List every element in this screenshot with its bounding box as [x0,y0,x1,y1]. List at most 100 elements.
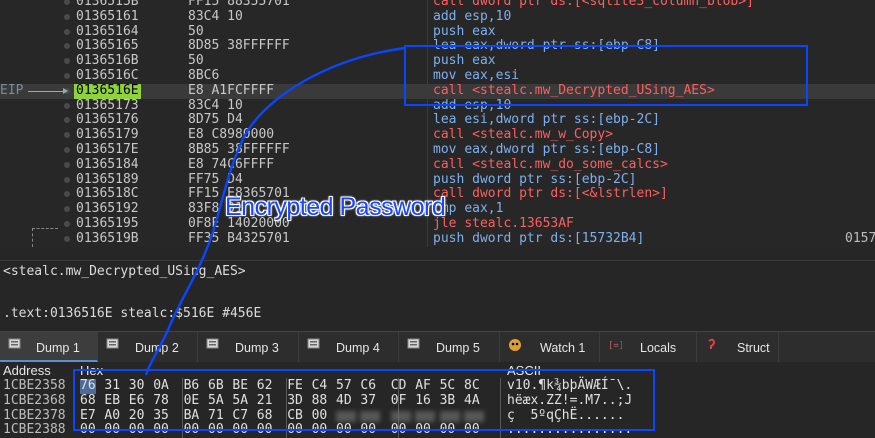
tab-label: Dump 5 [436,341,480,355]
dump-icon [8,338,22,350]
breakpoint-dot[interactable] [64,43,70,50]
eip-label: EIP [0,82,24,98]
breakpoint-dot[interactable] [64,206,70,213]
instruction-bytes: 83C4 10 [188,97,243,113]
instruction-address: 0136519B [76,230,139,246]
info-bar-address: .text:0136516E stealc:$516E #456E [0,303,875,327]
instruction-text: call <stealc.mw_do_some_calcs> [433,156,668,173]
instruction-text: call <stealc.mw_w_Copy> [433,127,613,143]
struct-icon [705,338,719,350]
dump-icon [206,338,220,350]
breakpoint-dot[interactable] [64,102,70,109]
instruction-address: 0136518C [76,186,139,202]
instruction-address: 0136516C [76,68,139,83]
tab-struct[interactable]: Struct [697,332,779,362]
dump-address: 1CBE2368 [3,392,66,408]
instruction-bytes: FF35 B4325701 [188,230,290,246]
instruction-address: 01365192 [76,201,139,217]
instruction-bytes: 50 [188,23,204,39]
instruction-text: mov eax,dword ptr ss:[ebp-C8] [433,142,660,158]
instruction-bytes: 8BC6 [188,68,220,83]
tab-dump-3[interactable]: Dump 3 [198,332,299,362]
instruction-address: 0136516E [74,82,141,99]
tab-label: Dump 3 [235,341,279,355]
disasm-row[interactable]: 0136517E 8B85 38FFFFFF mov eax,dword ptr s… [0,142,875,158]
tab-dump-1[interactable]: Dump 1 [0,332,98,362]
instruction-bytes: 8D75 D4 [188,112,243,128]
disasm-row[interactable]: 01365179 E8 C8980000 call <stealc.mw_w_Cop… [0,127,875,143]
instruction-operands: esp,10 [464,8,512,24]
breakpoint-dot[interactable] [64,0,70,5]
dump-icon [106,338,120,350]
tab-label: Dump 4 [336,341,380,355]
highlight-box-dump [73,369,655,431]
breakpoint-dot[interactable] [64,13,70,20]
breakpoint-dot[interactable] [64,176,70,183]
disasm-row[interactable]: 01365184 E8 74C6FFFF call <stealc.mw_do_so… [0,156,875,173]
disasm-row[interactable]: 01365189 FF75 D4 push dword ptr ss:[ebp-2C… [0,171,875,188]
breakpoint-dot[interactable] [64,132,70,139]
dump-header-address[interactable]: Address [3,363,51,378]
dump-icon [307,338,321,350]
breakpoint-dot[interactable] [64,147,70,153]
tab-label: Dump 1 [36,341,80,355]
instruction-operands: esi,dword ptr ss:[ebp-2C] [464,112,660,128]
dump-icon [407,338,421,350]
dump-address: 1CBE2378 [3,407,66,423]
instruction-operands: eax [472,23,496,39]
instruction-mnemonic: call [433,127,465,143]
disasm-row[interactable]: 0136519B FF35 B4325701 push dword ptr ds:[… [0,230,875,247]
breakpoint-dot[interactable] [64,191,70,198]
instruction-operands: eax,1 [464,201,504,217]
instruction-address: 01365176 [76,112,139,128]
instruction-address: 01365165 [76,38,139,54]
instruction-mnemonic: push [433,23,465,39]
disasm-row[interactable]: 01365164 50 push eax [0,23,875,40]
watch-icon [508,338,522,351]
instruction-operands: dword ptr ss:[ebp-2C] [472,171,637,187]
comment-column-text: 0157 [845,230,875,246]
tab-dump-2[interactable]: Dump 2 [98,332,198,362]
instruction-operands: dword ptr ds:[15732B4] [472,230,645,246]
tab-locals[interactable]: [=] Locals [600,332,697,362]
jump-arrow [32,228,58,230]
disasm-row[interactable]: 01365176 8D75 D4 lea esi,dword ptr ss:[ebp… [0,112,875,128]
dump-address: 1CBE2388 [3,422,66,438]
breakpoint-dot[interactable] [64,235,70,242]
instruction-bytes: 83C4 10 [188,8,243,24]
instruction-bytes: E8 74C6FFFF [188,156,275,172]
breakpoint-dot[interactable] [64,73,70,79]
instruction-text: push dword ptr ds:[15732B4] [433,230,645,247]
instruction-bytes: FF75 D4 [188,171,243,187]
breakpoint-dot[interactable] [64,221,70,227]
tab-label: Dump 2 [135,341,179,355]
highlight-box-call [404,45,808,106]
tab-watch-1[interactable]: Watch 1 [500,332,600,362]
disasm-row[interactable]: 01365161 83C4 10 add esp,10 [0,8,875,25]
breakpoint-dot[interactable] [64,161,70,168]
tab-label: Locals [640,341,677,355]
tab-dump-5[interactable]: Dump 5 [399,332,500,362]
breakpoint-dot[interactable] [64,28,70,35]
breakpoint-dot[interactable] [64,58,70,65]
info-bar-symbol: <stealc.mw_Decrypted_USing_AES> [0,260,875,283]
instruction-address: 01365173 [76,97,139,113]
breakpoint-dot[interactable] [64,117,70,124]
instruction-bytes: E8 A1FCFFFF [188,82,275,98]
instruction-mnemonic: call [433,0,465,9]
instruction-mnemonic: lea [433,112,457,128]
instruction-text: call dword ptr ds:[<&lstrlen>] [433,186,668,202]
bottom-tab-bar: Dump 1 Dump 2 Dump 3 Dump 4 Dump 5 Watch 1 [=]… [0,331,875,362]
tab-dump-4[interactable]: Dump 4 [299,332,399,362]
eip-arrow-icon [28,87,68,94]
instruction-operands: eax,dword ptr ss:[ebp-C8] [464,142,660,157]
instruction-address: 01365195 [76,216,139,231]
instruction-text: push eax [433,23,496,40]
instruction-mnemonic: call [433,156,465,172]
instruction-bytes: 8B85 38FFFFFF [188,142,290,157]
jump-arrow-line [32,228,34,247]
tab-label: Watch 1 [540,341,586,355]
instruction-address: 01365189 [76,171,139,187]
instruction-text: add esp,10 [433,8,512,25]
instruction-mnemonic: push [433,171,465,187]
